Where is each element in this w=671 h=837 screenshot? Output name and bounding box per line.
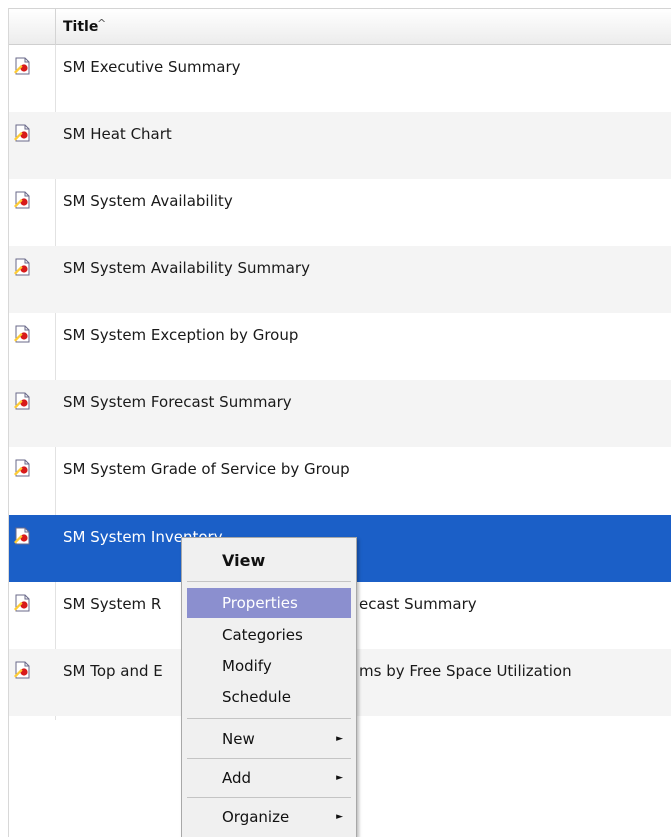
row-title-tail: ms by Free Space Utilization bbox=[359, 662, 572, 680]
row-title: SM System Availability bbox=[63, 192, 233, 210]
report-icon bbox=[13, 458, 31, 478]
menu-item-view[interactable]: View bbox=[187, 546, 351, 576]
row-title: SM Top and E bbox=[63, 662, 163, 680]
list-header: Title ^ bbox=[9, 8, 671, 45]
report-icon bbox=[13, 56, 31, 76]
menu-item-categories[interactable]: Categories bbox=[187, 620, 351, 650]
report-icon bbox=[13, 660, 31, 680]
menu-separator bbox=[187, 758, 351, 759]
table-row[interactable]: SM System Availability bbox=[9, 179, 671, 246]
report-icon bbox=[13, 593, 31, 613]
menu-separator bbox=[187, 797, 351, 798]
title-column-header[interactable]: Title bbox=[63, 9, 98, 45]
row-title: SM System R bbox=[63, 595, 162, 613]
row-title: SM Executive Summary bbox=[63, 58, 241, 76]
report-icon bbox=[13, 526, 31, 546]
row-title: SM Heat Chart bbox=[63, 125, 172, 143]
menu-item-properties[interactable]: Properties bbox=[187, 588, 351, 618]
menu-item-add[interactable]: Add ► bbox=[187, 763, 351, 793]
report-icon bbox=[13, 391, 31, 411]
menu-item-organize-label: Organize bbox=[222, 808, 290, 826]
menu-item-schedule[interactable]: Schedule bbox=[187, 682, 351, 712]
report-icon bbox=[13, 123, 31, 143]
submenu-arrow-icon: ► bbox=[336, 812, 343, 822]
context-menu: View Properties Categories Modify Schedu… bbox=[181, 537, 357, 837]
table-row[interactable]: SM System Availability Summary bbox=[9, 246, 671, 313]
menu-item-organize[interactable]: Organize ► bbox=[187, 802, 351, 832]
table-row[interactable]: SM System Grade of Service by Group bbox=[9, 447, 671, 514]
submenu-arrow-icon: ► bbox=[336, 734, 343, 744]
sort-ascending-icon: ^ bbox=[97, 17, 107, 30]
row-title: SM System Forecast Summary bbox=[63, 393, 292, 411]
menu-separator bbox=[187, 718, 351, 719]
report-icon bbox=[13, 257, 31, 277]
menu-item-new-label: New bbox=[222, 730, 255, 748]
table-row[interactable]: SM Executive Summary bbox=[9, 45, 671, 112]
icon-column-header bbox=[9, 9, 56, 45]
row-title-tail: ecast Summary bbox=[359, 595, 477, 613]
row-title: SM System Exception by Group bbox=[63, 326, 299, 344]
menu-item-add-label: Add bbox=[222, 769, 252, 787]
menu-item-modify[interactable]: Modify bbox=[187, 651, 351, 681]
report-icon bbox=[13, 190, 31, 210]
table-row[interactable]: SM System Forecast Summary bbox=[9, 380, 671, 447]
menu-item-new[interactable]: New ► bbox=[187, 724, 351, 754]
table-row[interactable]: SM Heat Chart bbox=[9, 112, 671, 179]
submenu-arrow-icon: ► bbox=[336, 773, 343, 783]
row-title: SM System Availability Summary bbox=[63, 259, 310, 277]
report-icon bbox=[13, 324, 31, 344]
table-row[interactable]: SM System Exception by Group bbox=[9, 313, 671, 380]
row-title: SM System Grade of Service by Group bbox=[63, 460, 350, 478]
menu-separator bbox=[187, 581, 351, 582]
